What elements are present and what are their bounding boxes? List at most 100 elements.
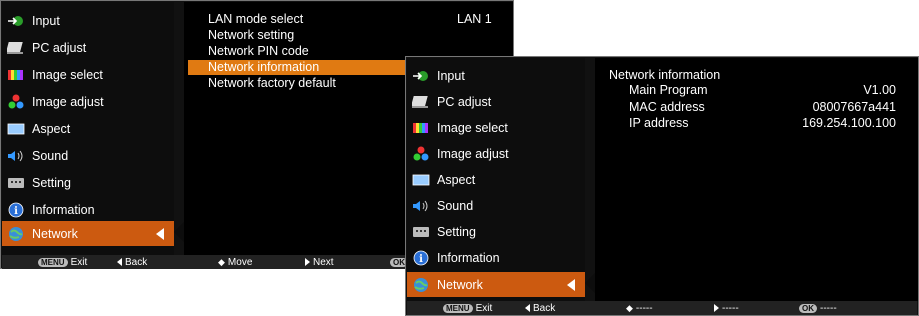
svg-text:i: i xyxy=(14,206,18,217)
setting-icon xyxy=(412,224,430,240)
sidebar-item-label: Image select xyxy=(32,68,103,82)
sidebar-item-label: Information xyxy=(32,203,95,217)
sidebar-item-pc-adjust[interactable]: PC adjust xyxy=(407,89,585,115)
menu-item-label: LAN mode select xyxy=(208,12,304,26)
sidebar-item-label: Aspect xyxy=(437,173,476,187)
aspect-icon xyxy=(7,121,25,137)
menu-item-network-setting[interactable]: Network setting xyxy=(188,28,513,43)
menu-item-network-information[interactable]: Network information xyxy=(188,60,429,75)
sidebar-item-label: Information xyxy=(437,251,500,265)
selected-arrow-icon xyxy=(156,228,164,240)
input-icon xyxy=(412,68,430,84)
sidebar-item-aspect[interactable]: Aspect xyxy=(407,167,585,193)
back-label: Back xyxy=(533,302,556,314)
menu-item-network-factory-default[interactable]: Network factory default xyxy=(188,76,429,91)
sidebar-item-input[interactable]: Input xyxy=(407,63,585,89)
info-value-ip-address: 169.254.100.100 xyxy=(802,116,896,130)
left-arrow-icon xyxy=(117,258,122,266)
left-sidebar: Input PC adjust Image select Image adjus… xyxy=(2,2,174,255)
menu-key-icon: MENU xyxy=(38,257,68,267)
sound-icon xyxy=(7,148,25,164)
info-value-mac-address: 08007667a441 xyxy=(812,100,896,114)
aspect-icon xyxy=(412,172,430,188)
right-main-area: Network information Main Program V1.00 M… xyxy=(595,58,918,301)
sidebar-item-label: PC adjust xyxy=(437,95,492,109)
right-arrow-icon xyxy=(714,304,719,312)
info-label-ip-address: IP address xyxy=(629,116,689,130)
info-value-main-program: V1.00 xyxy=(863,83,896,97)
sidebar-item-input[interactable]: Input xyxy=(2,8,174,34)
sidebar-item-image-select[interactable]: Image select xyxy=(407,115,585,141)
sidebar-item-network[interactable]: Network xyxy=(407,272,585,297)
back-label: Back xyxy=(125,256,148,268)
next-label: Next xyxy=(313,256,334,268)
network-icon xyxy=(7,226,25,242)
sidebar-item-aspect[interactable]: Aspect xyxy=(2,116,174,142)
move-hint: ◆ Move xyxy=(218,255,252,269)
sidebar-item-label: Setting xyxy=(32,176,71,190)
sidebar-item-network[interactable]: Network xyxy=(2,221,174,246)
sidebar-item-image-select[interactable]: Image select xyxy=(2,62,174,88)
ok-label: ----- xyxy=(820,302,837,314)
sidebar-item-label: Sound xyxy=(437,199,474,213)
right-arrow-icon xyxy=(305,258,310,266)
menu-item-label: Network information xyxy=(208,60,320,74)
move-label: ----- xyxy=(635,302,653,314)
sidebar-item-setting[interactable]: Setting xyxy=(2,170,174,196)
sidebar-item-information[interactable]: i Information xyxy=(2,197,174,223)
right-osd-panel: Input PC adjust Image select Image adjus… xyxy=(405,56,919,316)
menu-item-label: Network factory default xyxy=(208,76,336,90)
exit-hint: MENU Exit xyxy=(443,301,492,315)
svg-text:i: i xyxy=(419,254,423,265)
menu-item-label: Network PIN code xyxy=(208,44,309,58)
menu-item-label: Network setting xyxy=(208,28,295,42)
exit-label: Exit xyxy=(70,256,88,268)
ok-hint: OK ----- xyxy=(799,301,837,315)
pc-adjust-icon xyxy=(7,40,25,56)
image-select-icon xyxy=(7,67,25,83)
sidebar-item-image-adjust[interactable]: Image adjust xyxy=(2,89,174,115)
sidebar-item-sound[interactable]: Sound xyxy=(407,193,585,219)
back-hint: Back xyxy=(525,301,555,315)
next-hint: Next xyxy=(305,255,334,269)
sidebar-item-label: Image select xyxy=(437,121,508,135)
input-icon xyxy=(7,13,25,29)
sidebar-notch xyxy=(585,273,595,293)
next-hint: ----- xyxy=(714,301,739,315)
sidebar-item-label: Image adjust xyxy=(32,95,104,109)
information-icon: i xyxy=(412,250,430,266)
sidebar-item-image-adjust[interactable]: Image adjust xyxy=(407,141,585,167)
lan-mode-value: LAN 1 xyxy=(457,12,492,26)
info-label-main-program: Main Program xyxy=(629,83,708,97)
sidebar-item-label: Input xyxy=(437,69,465,83)
network-icon xyxy=(412,277,430,293)
exit-label: Exit xyxy=(475,302,493,314)
sidebar-item-setting[interactable]: Setting xyxy=(407,219,585,245)
exit-hint: MENU Exit xyxy=(38,255,87,269)
sidebar-item-label: Aspect xyxy=(32,122,71,136)
selected-arrow-icon xyxy=(567,279,575,291)
sidebar-item-label: Input xyxy=(32,14,60,28)
left-arrow-icon xyxy=(525,304,530,312)
image-select-icon xyxy=(412,120,430,136)
sidebar-item-label: Image adjust xyxy=(437,147,509,161)
pc-adjust-icon xyxy=(412,94,430,110)
next-label: ----- xyxy=(722,302,739,314)
info-title: Network information xyxy=(609,68,721,82)
sidebar-item-label: Setting xyxy=(437,225,476,239)
sidebar-item-label: Sound xyxy=(32,149,69,163)
info-label-mac-address: MAC address xyxy=(629,100,705,114)
sidebar-item-pc-adjust[interactable]: PC adjust xyxy=(2,35,174,61)
sidebar-notch xyxy=(174,222,184,242)
sidebar-item-information[interactable]: i Information xyxy=(407,245,585,271)
sidebar-item-label: PC adjust xyxy=(32,41,87,55)
setting-icon xyxy=(7,175,25,191)
image-adjust-icon xyxy=(7,94,25,110)
sidebar-item-sound[interactable]: Sound xyxy=(2,143,174,169)
ok-key-icon: OK xyxy=(799,303,817,313)
updown-arrow-icon: ◆ xyxy=(626,302,633,313)
sidebar-item-label: Network xyxy=(32,226,78,241)
right-sidebar: Input PC adjust Image select Image adjus… xyxy=(407,58,585,301)
right-footer: MENU Exit Back ◆ ----- ----- OK ----- xyxy=(407,301,917,315)
information-icon: i xyxy=(7,202,25,218)
